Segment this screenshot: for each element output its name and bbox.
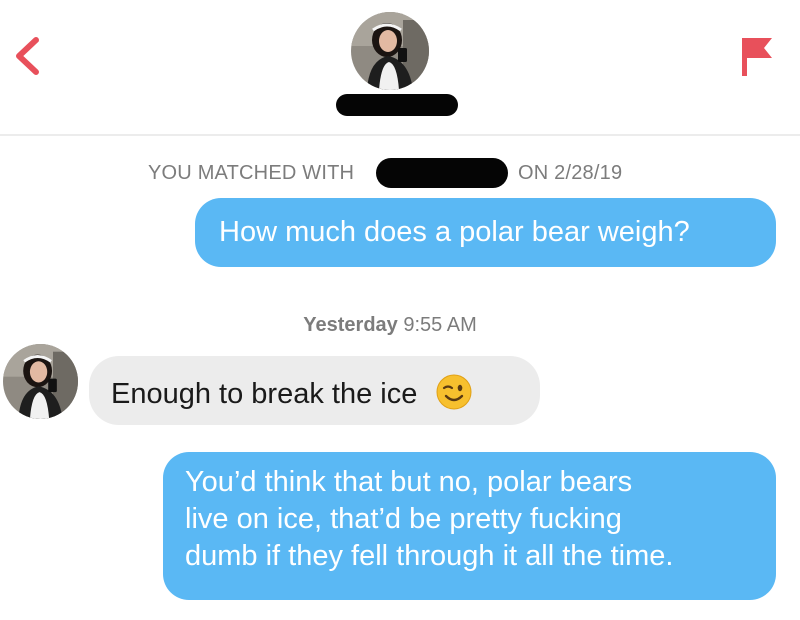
message-timestamp: Yesterday 9:55 AM bbox=[0, 314, 780, 337]
message-text: Enough to break the ice bbox=[111, 378, 418, 410]
sender-avatar[interactable] bbox=[3, 344, 78, 419]
timestamp-day: Yesterday bbox=[303, 314, 398, 336]
incoming-message[interactable]: Enough to break the ice bbox=[89, 356, 540, 425]
name-redaction bbox=[336, 94, 458, 116]
match-info: YOU MATCHED WITH ON 2/28/19 bbox=[0, 158, 800, 188]
message-line: live on ice, that’d be pretty fucking bbox=[185, 503, 622, 535]
report-button[interactable] bbox=[738, 34, 778, 80]
timestamp-time: 9:55 AM bbox=[403, 314, 477, 336]
match-avatar[interactable] bbox=[351, 12, 429, 90]
match-date-text: ON 2/28/19 bbox=[518, 162, 623, 184]
match-prefix-text: YOU MATCHED WITH bbox=[148, 162, 355, 184]
winking-face-icon bbox=[436, 374, 472, 410]
outgoing-message[interactable]: You’d think that but no, polar bears liv… bbox=[163, 452, 776, 600]
message-line: dumb if they fell through it all the tim… bbox=[185, 540, 674, 572]
profile-photo bbox=[3, 344, 78, 419]
flag-icon bbox=[742, 38, 772, 76]
outgoing-message[interactable]: How much does a polar bear weigh? bbox=[195, 198, 776, 267]
back-button[interactable] bbox=[8, 34, 48, 78]
chevron-left-icon bbox=[16, 37, 39, 75]
chat-header bbox=[0, 0, 800, 136]
message-text: How much does a polar bear weigh? bbox=[219, 216, 690, 248]
message-line: You’d think that but no, polar bears bbox=[185, 466, 633, 498]
match-name-redaction bbox=[376, 158, 508, 188]
profile-photo bbox=[351, 12, 429, 90]
